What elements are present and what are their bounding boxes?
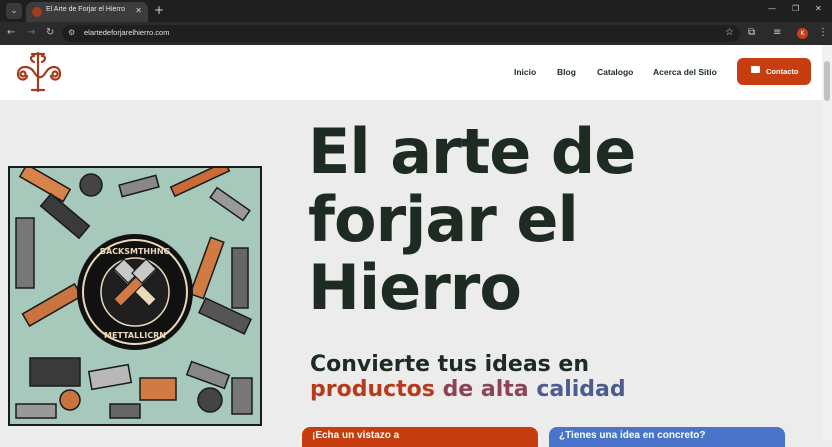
hero-illustration: BACKSMTHHNG METTALLICRN bbox=[8, 166, 262, 426]
scroll-thumb[interactable] bbox=[824, 61, 830, 101]
badge-bottom-text: METTALLICRN bbox=[104, 331, 166, 340]
reload-icon[interactable]: ↻ bbox=[46, 27, 54, 39]
close-window-icon[interactable]: ✕ bbox=[815, 4, 822, 13]
forward-icon[interactable]: → bbox=[27, 27, 35, 39]
url-text: elartedeforjarelhierro.com bbox=[84, 28, 170, 37]
close-tab-icon[interactable]: ✕ bbox=[135, 6, 142, 15]
site-header: Inicio Blog Catalogo Acerca del Sitio Co… bbox=[0, 45, 822, 100]
extensions-icon[interactable]: ⧉ bbox=[748, 27, 755, 39]
reading-list-icon[interactable]: ≡ bbox=[773, 27, 781, 39]
menu-kebab-icon[interactable]: ⋮ bbox=[818, 27, 828, 39]
nav-catalogo[interactable]: Catalogo bbox=[597, 67, 633, 77]
site-info-icon[interactable]: ⚙ bbox=[68, 28, 75, 37]
restore-icon[interactable]: ❐ bbox=[792, 4, 799, 13]
back-icon[interactable]: ← bbox=[7, 27, 15, 39]
hero-title: El arte de forjar el Hierro bbox=[308, 115, 636, 324]
nav-acerca[interactable]: Acerca del Sitio bbox=[653, 67, 717, 77]
blacksmith-tools-illustration: BACKSMTHHNG METTALLICRN bbox=[10, 168, 260, 424]
bookmark-star-icon[interactable]: ☆ bbox=[725, 27, 734, 38]
browser-tab[interactable]: El Arte de Forjar el Hierro ✕ bbox=[26, 2, 148, 22]
catalog-cta-card[interactable]: ¡Echa un vistazo a bbox=[302, 427, 538, 447]
page-scrollbar[interactable] bbox=[822, 45, 832, 440]
chat-icon bbox=[751, 66, 760, 73]
subtitle-word-calidad: calidad bbox=[536, 377, 626, 402]
subtitle-word-de-alta: de alta bbox=[442, 377, 529, 402]
contact-label: Contacto bbox=[766, 67, 799, 76]
tab-title: El Arte de Forjar el Hierro bbox=[46, 6, 125, 13]
profile-avatar[interactable]: K bbox=[797, 28, 808, 39]
contact-button[interactable]: Contacto bbox=[737, 58, 811, 85]
subtitle-line2: productos de alta calidad bbox=[310, 377, 626, 402]
subtitle-word-productos: productos bbox=[310, 377, 435, 402]
tab-search-icon[interactable]: ⌄ bbox=[6, 3, 22, 19]
new-tab-icon[interactable]: + bbox=[154, 3, 164, 17]
browser-tabbar: ⌄ El Arte de Forjar el Hierro ✕ + — ❐ ✕ bbox=[0, 0, 832, 22]
favicon-icon bbox=[32, 7, 42, 17]
minimize-icon[interactable]: — bbox=[768, 4, 776, 13]
hero-subtitle: Convierte tus ideas en productos de alta… bbox=[310, 352, 626, 402]
nav-blog[interactable]: Blog bbox=[557, 67, 576, 77]
logo-icon[interactable] bbox=[12, 50, 64, 94]
badge-top-text: BACKSMTHHNG bbox=[100, 247, 170, 256]
nav-inicio[interactable]: Inicio bbox=[514, 67, 536, 77]
browser-toolbar: ← → ↻ ⚙ elartedeforjarelhierro.com ☆ ⧉ ≡… bbox=[0, 22, 832, 45]
idea-cta-card[interactable]: ¿Tienes una idea en concreto? bbox=[549, 427, 785, 447]
address-bar[interactable]: ⚙ elartedeforjarelhierro.com ☆ bbox=[62, 25, 740, 42]
subtitle-line1: Convierte tus ideas en bbox=[310, 352, 589, 377]
